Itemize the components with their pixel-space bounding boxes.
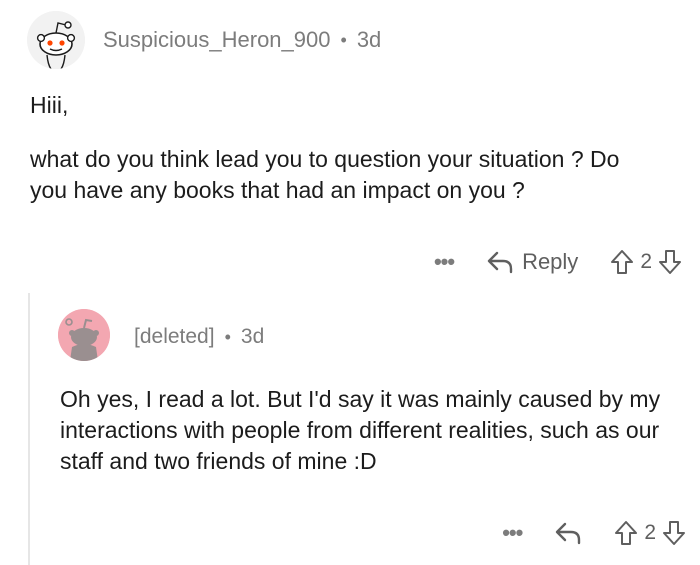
- comment-body-text: Oh yes, I read a lot. But I'd say it was…: [60, 386, 661, 474]
- comment-body: Oh yes, I read a lot. But I'd say it was…: [60, 384, 680, 477]
- snoo-icon-graphic: [27, 11, 85, 69]
- comment-body-text: what do you think lead you to question y…: [30, 146, 620, 203]
- deleted-user-avatar-icon: [58, 309, 110, 361]
- comment-body: what do you think lead you to question y…: [30, 144, 650, 206]
- username-label: [deleted]: [134, 325, 215, 348]
- reply-arrow-icon: [556, 522, 581, 545]
- upvote-icon[interactable]: [610, 249, 634, 275]
- reply-button[interactable]: Reply: [486, 249, 578, 275]
- comment-actions: ••• Reply 2: [434, 249, 682, 275]
- more-options-icon[interactable]: •••: [434, 249, 455, 275]
- vote-control: 2: [610, 249, 682, 275]
- comment-actions: ••• 2: [502, 520, 686, 546]
- thread-line[interactable]: [28, 293, 30, 565]
- downvote-icon[interactable]: [662, 520, 686, 546]
- comment-greeting: Hiii,: [30, 92, 69, 118]
- reply-button[interactable]: [554, 521, 582, 545]
- comment-meta: Suspicious_Heron_900 • 3d: [103, 27, 381, 53]
- vote-count: 2: [640, 250, 652, 273]
- comment-age: 3d: [240, 325, 265, 348]
- reply-arrow-icon: [487, 251, 513, 274]
- meta-separator: •: [224, 326, 231, 347]
- more-options-icon[interactable]: •••: [502, 520, 523, 546]
- comment-meta: [deleted] • 3d: [134, 325, 264, 349]
- username-link[interactable]: Suspicious_Heron_900: [103, 27, 331, 53]
- meta-separator: •: [340, 29, 347, 50]
- vote-count: 2: [644, 521, 656, 544]
- reply-label: Reply: [522, 249, 579, 274]
- vote-control: 2: [614, 520, 686, 546]
- upvote-icon[interactable]: [614, 520, 638, 546]
- deleted-snoo-icon-graphic: [58, 309, 110, 361]
- snoo-avatar-icon[interactable]: [27, 11, 85, 69]
- comment-age: 3d: [356, 27, 382, 52]
- downvote-icon[interactable]: [658, 249, 682, 275]
